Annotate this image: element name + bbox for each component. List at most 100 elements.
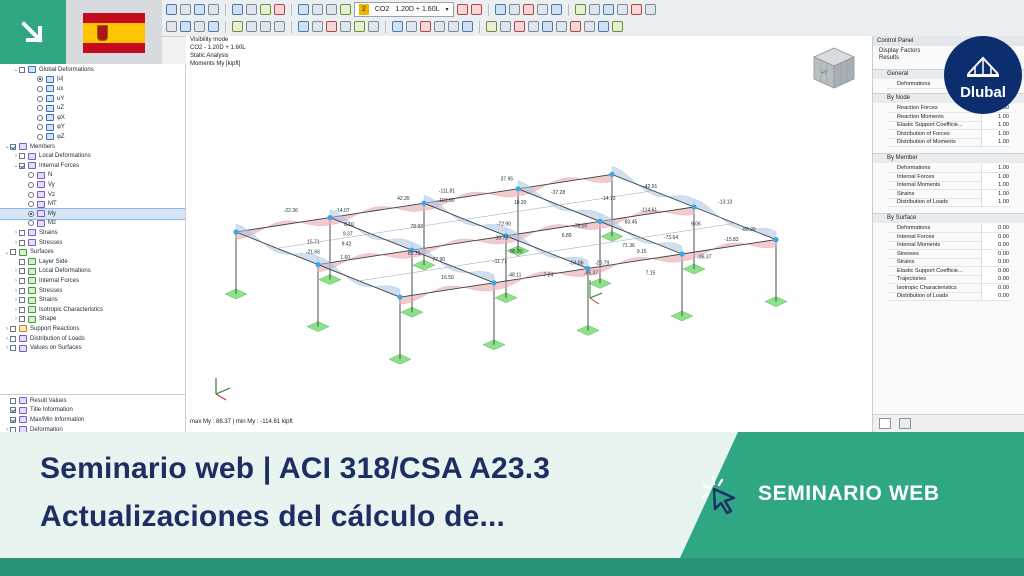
polyline-icon[interactable]: [326, 21, 337, 32]
model-icon[interactable]: [194, 4, 205, 15]
diagram-icon[interactable]: [536, 4, 548, 15]
mesh-icon[interactable]: [340, 4, 351, 15]
tree-item[interactable]: φX: [0, 113, 185, 123]
tree-item[interactable]: › Distribution of Loads: [0, 334, 185, 344]
iso-view-icon[interactable]: [232, 21, 243, 32]
tree-item[interactable]: › Local Deformations: [0, 151, 185, 161]
tree-item[interactable]: |u|: [0, 75, 185, 85]
info-icon[interactable]: [528, 21, 539, 32]
radio-button[interactable]: [37, 85, 43, 92]
close-view-icon[interactable]: [570, 21, 581, 32]
tree-item[interactable]: › Deformation: [0, 425, 185, 432]
table-tab-icon[interactable]: [899, 418, 911, 429]
tree-item[interactable]: › Isotropic Characteristics: [0, 305, 185, 315]
side-view-icon[interactable]: [260, 21, 271, 32]
checkbox[interactable]: [10, 325, 16, 332]
scale-tab-icon[interactable]: [879, 418, 891, 429]
solid-icon[interactable]: [368, 21, 379, 32]
factor-value-input[interactable]: 0.00: [981, 275, 1011, 284]
tree-item[interactable]: › Stresses: [0, 286, 185, 296]
tree-item[interactable]: › Strains: [0, 228, 185, 238]
checkbox[interactable]: [19, 229, 25, 236]
checkbox[interactable]: [19, 277, 25, 284]
factor-value-input[interactable]: 1.00: [981, 164, 1011, 173]
scale-icon[interactable]: [434, 21, 445, 32]
snap-icon[interactable]: [602, 4, 614, 15]
axis-icon[interactable]: [574, 4, 586, 15]
checkbox[interactable]: [19, 153, 25, 160]
tree-item[interactable]: › Shape: [0, 315, 185, 325]
measure-icon[interactable]: [500, 21, 511, 32]
factor-value-input[interactable]: 1.00: [981, 172, 1011, 181]
checkbox[interactable]: [10, 345, 16, 352]
grid-icon[interactable]: [588, 4, 600, 15]
checkbox[interactable]: [10, 335, 16, 342]
copy-icon[interactable]: [392, 21, 403, 32]
radio-button[interactable]: [28, 181, 34, 188]
frame-icon[interactable]: [180, 4, 191, 15]
help-icon[interactable]: [612, 21, 623, 32]
factor-value-input[interactable]: 0.00: [981, 292, 1011, 301]
tree-item[interactable]: › Internal Forces: [0, 276, 185, 286]
surface-icon[interactable]: [260, 4, 271, 15]
checkbox[interactable]: [10, 249, 16, 256]
tree-item[interactable]: N: [0, 171, 185, 181]
factor-value-input[interactable]: 1.00: [981, 121, 1011, 130]
tree-item[interactable]: Result Values: [0, 396, 185, 406]
tree-item[interactable]: › Support Reactions: [0, 324, 185, 334]
render-icon[interactable]: [616, 4, 628, 15]
tree-item[interactable]: › Local Deformations: [0, 267, 185, 277]
load-icon[interactable]: [274, 4, 285, 15]
factor-value-input[interactable]: 1.00: [981, 198, 1011, 207]
pan-icon[interactable]: [194, 21, 205, 32]
radio-button[interactable]: [37, 95, 43, 102]
tree-item[interactable]: ⌄ Surfaces: [0, 247, 185, 257]
select-icon[interactable]: [166, 21, 177, 32]
checkbox[interactable]: [10, 397, 16, 404]
tree-item[interactable]: MT: [0, 199, 185, 209]
checkbox[interactable]: [19, 268, 25, 275]
radio-button[interactable]: [37, 76, 43, 83]
radio-button[interactable]: [28, 191, 34, 198]
section-icon[interactable]: [246, 4, 257, 15]
radio-button[interactable]: [37, 105, 43, 112]
checkbox[interactable]: [19, 66, 25, 73]
tree-item[interactable]: › Stresses: [0, 238, 185, 248]
radio-button[interactable]: [28, 210, 34, 217]
factor-value-input[interactable]: 0.00: [981, 232, 1011, 241]
move-icon[interactable]: [406, 21, 417, 32]
previous-icon[interactable]: [456, 4, 468, 15]
result-icon[interactable]: [232, 4, 243, 15]
factor-value-input[interactable]: 1.00: [981, 138, 1011, 147]
checkbox[interactable]: [19, 258, 25, 265]
factor-value-input[interactable]: 0.00: [981, 241, 1011, 250]
connect-icon[interactable]: [462, 21, 473, 32]
tree-item[interactable]: ⌄ Global Deformations: [0, 65, 185, 75]
checkbox[interactable]: [10, 143, 16, 150]
checkbox[interactable]: [10, 407, 16, 414]
factor-value-input[interactable]: 1.00: [981, 129, 1011, 138]
radio-button[interactable]: [28, 220, 34, 227]
tree-item[interactable]: Title Information: [0, 406, 185, 416]
mirror-icon[interactable]: [420, 21, 431, 32]
top-view-icon[interactable]: [274, 21, 285, 32]
checkbox[interactable]: [19, 306, 25, 313]
radio-button[interactable]: [37, 124, 43, 131]
table-icon[interactable]: [208, 4, 219, 15]
member-icon[interactable]: [312, 4, 323, 15]
next-icon[interactable]: [470, 4, 482, 15]
layout-icon[interactable]: [584, 21, 595, 32]
check-icon[interactable]: [486, 21, 497, 32]
results-on-icon[interactable]: [494, 4, 506, 15]
spline-icon[interactable]: [340, 21, 351, 32]
export-icon[interactable]: [556, 21, 567, 32]
factor-value-input[interactable]: 0.00: [981, 249, 1011, 258]
checkbox[interactable]: [19, 162, 25, 169]
tree-item[interactable]: φZ: [0, 132, 185, 142]
checkbox[interactable]: [10, 416, 16, 423]
checkbox[interactable]: [19, 287, 25, 294]
tree-item[interactable]: Mz: [0, 219, 185, 229]
values-icon[interactable]: [508, 4, 520, 15]
checkbox[interactable]: [19, 297, 25, 304]
zoom-icon[interactable]: [208, 21, 219, 32]
